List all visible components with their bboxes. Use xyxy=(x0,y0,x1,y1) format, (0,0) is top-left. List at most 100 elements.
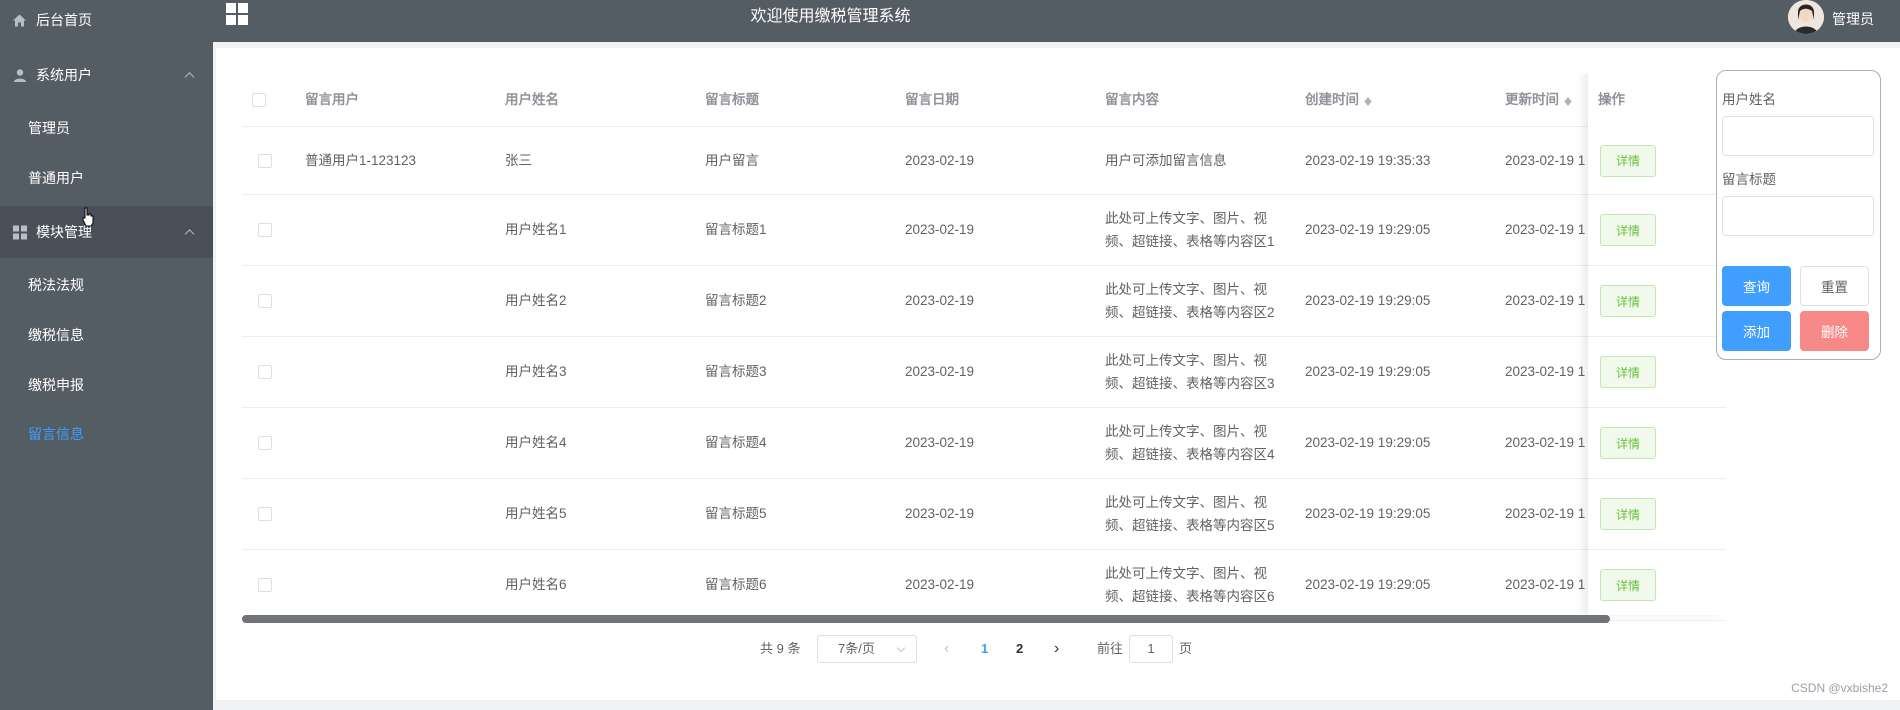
query-button[interactable]: 查询 xyxy=(1722,266,1791,306)
title-label: 留言标题 xyxy=(1722,172,1776,187)
row-checkbox[interactable] xyxy=(258,507,272,521)
current-user-name[interactable]: 管理员 xyxy=(1832,9,1874,29)
title-input[interactable] xyxy=(1722,196,1874,236)
name-label: 用户姓名 xyxy=(1722,92,1776,107)
page-number-1[interactable]: 1 xyxy=(981,635,988,663)
row-divider xyxy=(1588,194,1726,195)
sidebar-item-label: 管理员 xyxy=(28,120,70,136)
select-all-checkbox[interactable] xyxy=(252,93,266,107)
detail-button[interactable]: 详情 xyxy=(1600,569,1656,601)
cell-updated: 2023-02-19 1 xyxy=(1505,293,1586,308)
detail-button[interactable]: 详情 xyxy=(1600,144,1656,177)
total-count: 共 9 条 xyxy=(760,641,801,656)
sidebar-item-tax-info[interactable]: 缴税信息 xyxy=(0,310,213,360)
avatar[interactable] xyxy=(1788,0,1824,34)
cell-content-line: 频、超链接、表格等内容区1 xyxy=(1105,234,1275,249)
row-divider xyxy=(242,265,1726,266)
detail-button[interactable]: 详情 xyxy=(1600,356,1656,388)
sidebar-item-tax-law[interactable]: 税法法规 xyxy=(0,260,213,310)
sidebar-item-tax-declare[interactable]: 缴税申报 xyxy=(0,360,213,410)
row-checkbox[interactable] xyxy=(258,223,272,237)
cell-title: 留言标题6 xyxy=(705,577,767,592)
add-button[interactable]: 添加 xyxy=(1722,311,1791,351)
cell-updated: 2023-02-19 1 xyxy=(1505,364,1586,379)
cell-content-line: 频、超链接、表格等内容区3 xyxy=(1105,376,1275,391)
sidebar-item-module-mgmt[interactable]: 模块管理 xyxy=(0,206,213,258)
row-checkbox[interactable] xyxy=(258,578,272,592)
cell-content-line: 此处可上传文字、图片、视 xyxy=(1105,424,1267,439)
cell-date: 2023-02-19 xyxy=(905,153,975,168)
cell-content-line: 频、超链接、表格等内容区6 xyxy=(1105,589,1275,604)
detail-button[interactable]: 详情 xyxy=(1600,214,1656,246)
cell-content: 此处可上传文字、图片、视 频、超链接、表格等内容区2 xyxy=(1105,266,1295,336)
sidebar: 后台首页 系统用户 管理员 普通用户 模块管理 税法法规 缴税信息 缴税申报 留… xyxy=(0,0,213,710)
row-divider xyxy=(242,549,1726,550)
sidebar-item-system-users[interactable]: 系统用户 xyxy=(0,50,213,100)
goto-page-input[interactable]: 1 xyxy=(1129,635,1173,663)
chevron-up-icon xyxy=(184,229,195,240)
page-size-value: 7条/页 xyxy=(838,641,875,656)
cell-date: 2023-02-19 xyxy=(905,506,975,521)
cell-content-line: 此处可上传文字、图片、视 xyxy=(1105,353,1267,368)
row-divider xyxy=(242,194,1726,195)
chevron-down-icon xyxy=(896,643,906,653)
detail-button[interactable]: 详情 xyxy=(1600,285,1656,317)
column-header-created[interactable]: 创建时间 xyxy=(1305,73,1373,126)
sort-icon[interactable] xyxy=(1363,93,1373,107)
sidebar-item-label: 后台首页 xyxy=(36,12,92,28)
column-header-date: 留言日期 xyxy=(905,92,959,107)
cell-date: 2023-02-19 xyxy=(905,293,975,308)
cell-name: 用户姓名1 xyxy=(505,222,567,237)
sidebar-item-label: 系统用户 xyxy=(36,67,92,83)
cell-title: 留言标题4 xyxy=(705,435,767,450)
next-page-icon[interactable]: › xyxy=(1054,635,1059,663)
pagination: 共 9 条 7条/页 ‹ 1 2 › 前往 1 页 xyxy=(216,635,1900,671)
sidebar-item-label: 缴税信息 xyxy=(28,327,84,343)
cell-title: 用户留言 xyxy=(705,153,759,168)
cell-updated: 2023-02-19 1 xyxy=(1505,435,1586,450)
cell-title: 留言标题1 xyxy=(705,222,767,237)
detail-button[interactable]: 详情 xyxy=(1600,498,1656,530)
horizontal-scrollbar[interactable] xyxy=(242,615,1610,623)
column-header-created-label: 创建时间 xyxy=(1305,92,1359,107)
delete-button[interactable]: 删除 xyxy=(1800,311,1869,351)
cell-content: 此处可上传文字、图片、视 频、超链接、表格等内容区3 xyxy=(1105,337,1295,407)
row-divider xyxy=(242,407,1726,408)
cell-name: 用户姓名6 xyxy=(505,577,567,592)
row-checkbox[interactable] xyxy=(258,294,272,308)
sidebar-item-label: 普通用户 xyxy=(28,170,84,186)
cell-created: 2023-02-19 19:29:05 xyxy=(1305,577,1431,592)
sidebar-item-messages[interactable]: 留言信息 xyxy=(0,409,213,459)
row-checkbox[interactable] xyxy=(258,436,272,450)
watermark-text: CSDN @vxbishe2 xyxy=(1791,681,1888,695)
sidebar-item-normal-user[interactable]: 普通用户 xyxy=(0,153,213,203)
detail-button[interactable]: 详情 xyxy=(1600,427,1656,459)
sidebar-item-label: 缴税申报 xyxy=(28,377,84,393)
cell-content-line: 此处可上传文字、图片、视 xyxy=(1105,495,1267,510)
column-header-content: 留言内容 xyxy=(1105,92,1159,107)
cell-updated: 2023-02-19 1 xyxy=(1505,506,1586,521)
column-header-updated[interactable]: 更新时间 xyxy=(1505,73,1573,126)
row-divider xyxy=(1588,265,1726,266)
row-divider xyxy=(1588,478,1726,479)
sidebar-item-home[interactable]: 后台首页 xyxy=(0,0,213,45)
cell-created: 2023-02-19 19:29:05 xyxy=(1305,293,1431,308)
sidebar-item-admin[interactable]: 管理员 xyxy=(0,103,213,153)
row-checkbox[interactable] xyxy=(258,365,272,379)
reset-button[interactable]: 重置 xyxy=(1800,266,1869,306)
search-panel: 用户姓名 留言标题 查询 重置 添加 删除 xyxy=(1716,70,1881,360)
home-icon xyxy=(12,13,27,28)
cell-content: 此处可上传文字、图片、视 频、超链接、表格等内容区1 xyxy=(1105,195,1295,265)
cell-created: 2023-02-19 19:35:33 xyxy=(1305,153,1431,168)
row-checkbox[interactable] xyxy=(258,153,272,168)
prev-page-icon[interactable]: ‹ xyxy=(944,635,949,663)
cell-content-line: 此处可上传文字、图片、视 xyxy=(1105,211,1267,226)
name-input[interactable] xyxy=(1722,116,1874,156)
page-number-2[interactable]: 2 xyxy=(1016,635,1023,663)
hand-cursor-icon xyxy=(82,207,94,227)
page-size-select[interactable]: 7条/页 xyxy=(817,635,917,663)
cell-updated: 2023-02-19 1 xyxy=(1505,222,1586,237)
row-divider xyxy=(242,126,1726,127)
cell-content-line: 频、超链接、表格等内容区4 xyxy=(1105,447,1275,462)
sort-icon[interactable] xyxy=(1563,93,1573,107)
